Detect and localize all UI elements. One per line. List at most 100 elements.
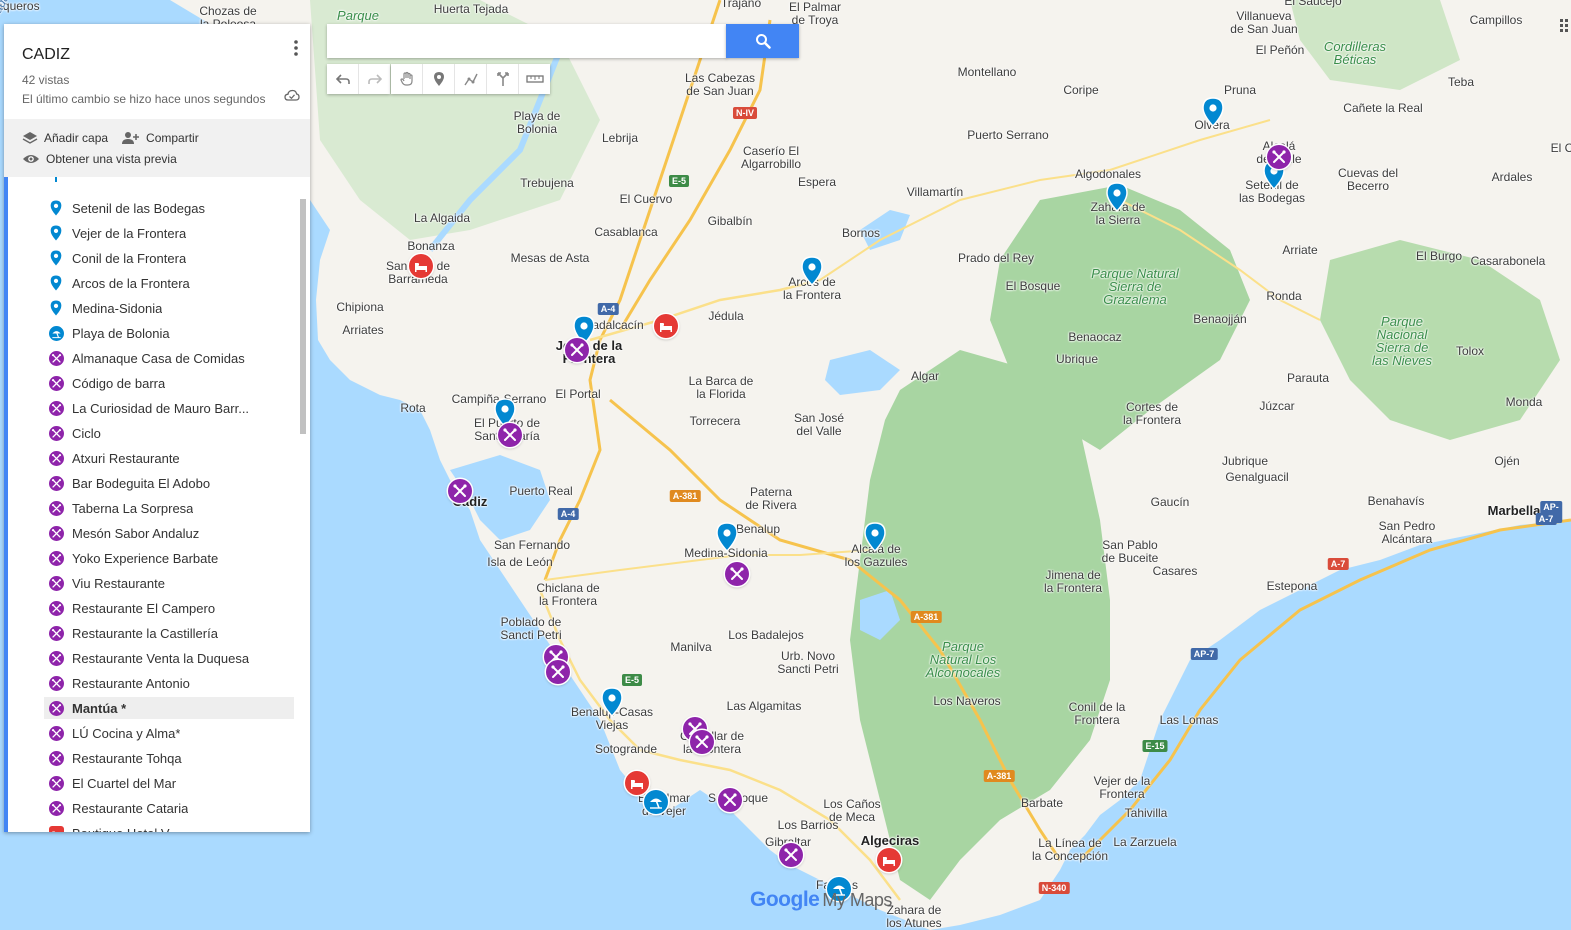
layer-list-item[interactable]: Restaurante Venta la Duquesa [44,647,294,669]
layer-list-item[interactable]: Restaurante Antonio [44,672,294,694]
layer-list-item[interactable]: Ciclo [44,422,294,444]
restaurant-marker[interactable] [690,730,726,766]
beach-marker[interactable] [644,790,680,826]
layer-list-item[interactable]: Taberna La Sorpresa [44,497,294,519]
place-pin-marker[interactable] [1263,160,1296,220]
layer-list-item[interactable]: LÚ Cocina y Alma* [44,722,294,744]
map-title[interactable]: CADIZ [22,46,292,64]
map-place-label: Paterna de Rivera [745,485,797,512]
map-place-label: Parque Natural Los Alcornocales [925,639,1001,680]
layer-list-item[interactable]: Bar Bodeguita El Adobo [44,472,294,494]
layer-list-item[interactable]: La Curiosidad de Mauro Barr... [44,397,294,419]
preview-button[interactable]: Obtener una vista previa [22,152,177,166]
restaurant-marker[interactable] [718,788,754,824]
hotel-marker[interactable] [409,254,445,290]
hotel-marker[interactable] [654,314,690,350]
layer-list-item[interactable]: Atxuri Restaurante [44,447,294,469]
map-place-label: Casablanca [594,225,658,239]
layer-list-item[interactable]: Playa de Bolonia [44,322,294,344]
restaurant-marker[interactable] [448,479,484,515]
layer-list-item[interactable]: Restaurante El Campero [44,597,294,619]
hotel-icon [409,254,433,278]
map-place-label: El Portal [555,387,601,401]
restaurant-marker[interactable] [779,843,815,879]
scrollbar[interactable] [300,199,307,434]
layer-list-item[interactable]: Restaurante la Castillería [44,622,294,644]
map-place-label: Ardales [1491,170,1533,184]
map-place-label: El Cuervo [619,192,673,206]
layer-list-item[interactable]: Setenil de las Bodegas [44,197,294,219]
place-pin-marker[interactable] [1202,97,1235,157]
map-place-label: El Burgo [1415,249,1463,263]
search-button[interactable] [726,24,799,58]
hotel-marker[interactable] [877,848,913,884]
layer-list-item[interactable]: Vejer de la Frontera [44,222,294,244]
more-options-button[interactable] [294,40,298,61]
redo-button[interactable] [359,64,390,94]
map-place-label: Parauta [1286,371,1330,385]
pin-icon [601,687,623,718]
layer-list-item[interactable]: Restaurante Tohqa [44,747,294,769]
map-place-label: Ubrique [1055,352,1099,366]
map-place-label: Los Barrios [777,818,839,832]
restaurant-marker[interactable] [725,562,761,598]
redo-icon [367,74,382,84]
add-layer-button[interactable]: Añadir capa [22,131,108,145]
restaurant-icon [48,400,64,416]
restaurant-marker[interactable] [498,423,534,459]
search-input[interactable] [327,24,727,58]
apps-grid-icon[interactable] [1559,18,1569,39]
restaurant-marker[interactable] [565,338,601,374]
layer-list-item[interactable]: El Cuartel del Mar [44,772,294,794]
add-marker-button[interactable] [423,64,455,94]
layer-list-item[interactable]: Restaurante Cataria [44,797,294,819]
layer-list-item-label: Restaurante Venta la Duquesa [72,650,250,666]
layer-list-item-label: Almanaque Casa de Comidas [72,350,245,366]
layer-list-item[interactable]: Viu Restaurante [44,572,294,594]
pin-icon [1202,97,1224,128]
hand-tool-button[interactable] [391,64,423,94]
share-label: Compartir [146,130,199,145]
share-button[interactable]: Compartir [122,131,199,145]
layer-list-item[interactable]: Arcos de la Frontera [44,272,294,294]
map-place-label: Tahivilla [1124,806,1168,820]
undo-icon [335,74,350,84]
scrollbar-thumb[interactable] [300,199,306,434]
road-shield: A-381 [983,770,1015,782]
place-pin-marker[interactable] [801,256,834,316]
map-place-label: La Algaida [413,211,471,225]
layer-list-item[interactable]: Mesón Sabor Andaluz [44,522,294,544]
layer-list-item[interactable]: Almanaque Casa de Comidas [44,347,294,369]
layer-list-item[interactable]: Medina-Sidonia [44,297,294,319]
layer-list-item[interactable]: Mantúa * [44,697,294,719]
place-pin-marker[interactable] [1106,182,1139,242]
layer-list-item[interactable]: Conil de la Frontera [44,247,294,269]
measure-button[interactable] [519,64,550,94]
restaurant-marker[interactable] [1267,145,1303,181]
map-place-label: Ronda [1266,289,1302,303]
restaurant-marker[interactable] [546,660,582,696]
map-place-label: Campillos [1469,13,1523,27]
restaurant-icon [48,475,64,491]
road-shield: E-15 [1142,740,1168,752]
pin-icon [801,256,823,287]
map-place-label: Jimena de la Frontera [1043,568,1103,595]
map-place-label: Los Badalejos [728,628,804,642]
layer-list-item[interactable]: Código de barra [44,372,294,394]
map-place-label: Bonanza [407,239,455,253]
map-place-label: Bornos [841,226,881,240]
map-place-label: Gaucín [1150,495,1190,509]
layer-list-item[interactable]: Yoko Experience Barbate [44,547,294,569]
map-place-label: San Pablo de Buceite [1101,538,1159,565]
pin-icon [1106,182,1128,213]
place-pin-marker[interactable] [864,522,897,582]
place-pin-marker[interactable] [601,687,634,747]
map-place-label: Benalup [735,522,781,536]
undo-button[interactable] [327,64,359,94]
layer-list-item[interactable]: Boutique Hotel V... [44,822,294,832]
draw-line-button[interactable] [455,64,487,94]
food-icon [779,843,803,867]
ruler-icon [525,75,544,83]
list-item-partial [55,177,57,182]
route-button[interactable] [487,64,519,94]
